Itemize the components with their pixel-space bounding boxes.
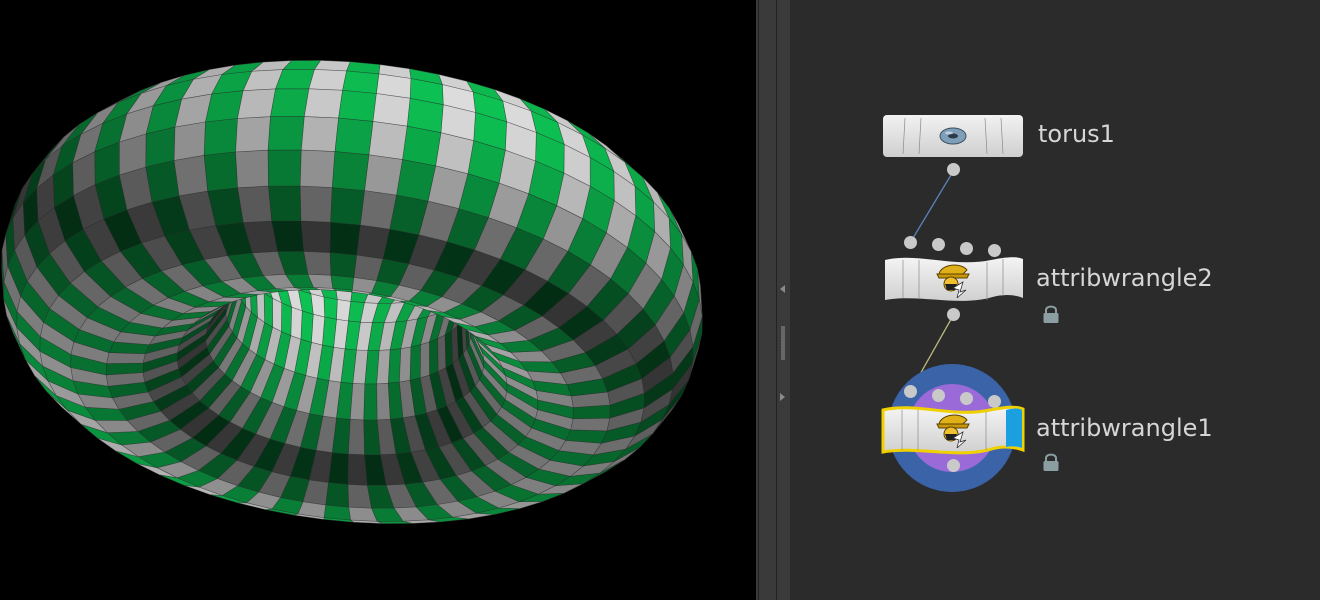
- torus-face: [145, 160, 180, 203]
- collapse-right-arrow-icon[interactable]: [780, 393, 785, 401]
- torus-face: [311, 313, 326, 346]
- torus-face: [235, 149, 269, 189]
- torus-face: [272, 297, 283, 333]
- output-connector[interactable]: [947, 308, 960, 321]
- torus-face: [376, 382, 391, 421]
- node-torus1[interactable]: [883, 115, 1023, 157]
- torus-face: [349, 383, 366, 421]
- torus-face: [173, 155, 209, 197]
- torus-face: [330, 187, 365, 226]
- wires: [909, 169, 955, 393]
- torus-face: [348, 418, 365, 456]
- torus-face: [203, 151, 238, 192]
- lock-icon[interactable]: [1042, 304, 1060, 324]
- torus-face: [173, 121, 206, 161]
- torus-face: [364, 154, 403, 196]
- node-label-attribwrangle2[interactable]: attribwrangle2: [1036, 264, 1213, 292]
- torus-face: [342, 70, 380, 94]
- torus-face: [203, 118, 238, 156]
- node-attribwrangle1[interactable]: [880, 402, 1026, 458]
- collapse-left-arrow-icon[interactable]: [780, 285, 785, 293]
- torus-face: [268, 185, 302, 222]
- torus-face: [270, 88, 310, 118]
- node-label-torus1[interactable]: torus1: [1038, 120, 1115, 148]
- torus-face: [263, 292, 273, 328]
- torus-face: [331, 151, 370, 191]
- torus-face: [303, 88, 343, 119]
- torus-face: [271, 220, 305, 252]
- torus-face: [105, 362, 144, 376]
- output-connector[interactable]: [947, 163, 960, 176]
- wrangler-icon: [936, 414, 970, 448]
- input-connector[interactable]: [904, 385, 917, 398]
- network-editor[interactable]: torus1 attribwrangle2 attribwrangle1: [790, 0, 1320, 600]
- torus-face: [419, 341, 430, 379]
- torus-face: [329, 221, 361, 256]
- torus-face: [368, 121, 408, 160]
- torus-face: [267, 116, 305, 151]
- torus-face: [303, 250, 332, 276]
- torus-face: [338, 89, 377, 122]
- torus-face: [376, 349, 391, 385]
- output-connector[interactable]: [947, 459, 960, 472]
- torus-face: [570, 417, 611, 432]
- torus-face: [290, 306, 303, 340]
- torus-face: [437, 334, 447, 373]
- wire-torus1-to-attribwrangle2: [909, 169, 955, 244]
- splitter-edge: [758, 0, 759, 600]
- torus-face: [325, 482, 350, 508]
- torus-face: [308, 69, 347, 91]
- torus-face: [429, 338, 439, 376]
- wrangler-icon: [936, 264, 970, 298]
- torus-face: [313, 60, 351, 72]
- splitter-edge: [776, 0, 777, 600]
- torus-face: [402, 125, 442, 167]
- torus-face: [300, 220, 331, 253]
- pane-splitter[interactable]: [756, 0, 790, 600]
- torus-face: [323, 296, 338, 320]
- input-connector[interactable]: [932, 389, 945, 402]
- torus-face: [267, 149, 302, 187]
- torus-face: [237, 185, 273, 223]
- torus-face: [330, 274, 355, 291]
- torus-face: [409, 344, 421, 381]
- torus-icon: [939, 127, 967, 145]
- torus-face: [235, 116, 271, 153]
- torus-face: [359, 190, 397, 230]
- torus-geometry: [1, 60, 703, 524]
- viewport-3d[interactable]: [0, 0, 756, 600]
- torus-face: [387, 348, 402, 384]
- splitter-grip-icon[interactable]: [781, 326, 785, 360]
- torus-face: [399, 346, 412, 383]
- node-label-attribwrangle1[interactable]: attribwrangle1: [1036, 414, 1213, 442]
- torus-face: [363, 383, 378, 421]
- torus-face: [334, 117, 374, 156]
- torus-face: [329, 252, 357, 278]
- node-attribwrangle2[interactable]: [883, 254, 1025, 304]
- torus-face: [106, 352, 146, 364]
- input-connector[interactable]: [932, 238, 945, 251]
- torus-face: [372, 93, 411, 127]
- input-connector[interactable]: [904, 236, 917, 249]
- torus-face: [281, 302, 292, 337]
- lock-icon[interactable]: [1042, 452, 1060, 472]
- torus-face: [299, 185, 333, 223]
- torus-face: [347, 453, 368, 486]
- torus-face: [299, 149, 336, 188]
- torus-face: [237, 88, 276, 119]
- torus-face: [300, 116, 339, 152]
- torus-face: [300, 310, 314, 343]
